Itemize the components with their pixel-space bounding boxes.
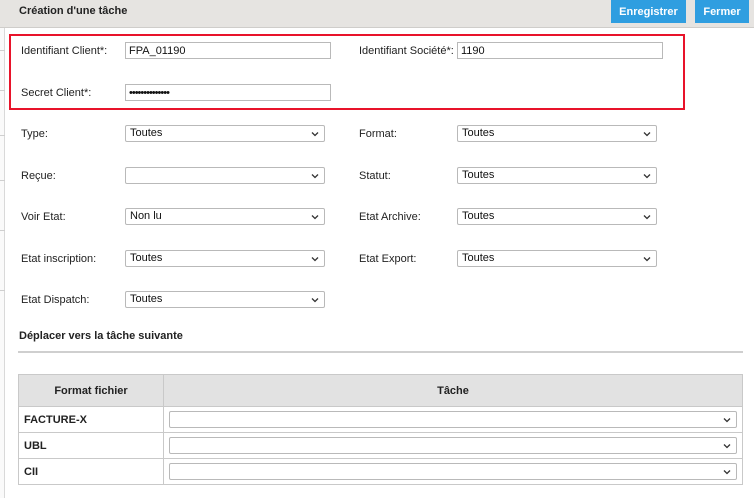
task-select-cii[interactable] <box>169 463 737 480</box>
task-cell <box>163 406 743 433</box>
chevron-down-icon <box>723 418 731 423</box>
etat-inscription-label: Etat inscription: <box>21 253 97 265</box>
etat-dispatch-label: Etat Dispatch: <box>21 294 90 306</box>
dialog-title: Création d'une tâche <box>19 5 128 17</box>
recue-label: Reçue: <box>21 170 56 182</box>
client-secret-input[interactable] <box>125 84 331 101</box>
statut-select[interactable]: Toutes <box>457 167 657 184</box>
etat-export-select-value: Toutes <box>462 252 495 264</box>
format-label: Format: <box>359 128 397 140</box>
chevron-down-icon <box>643 215 651 220</box>
type-label: Type: <box>21 128 48 140</box>
table-row: UBL <box>18 432 743 459</box>
format-cell: FACTURE-X <box>18 406 164 433</box>
etat-inscription-select[interactable]: Toutes <box>125 250 325 267</box>
type-select-value: Toutes <box>130 127 163 139</box>
table-row: CII <box>18 458 743 485</box>
format-select-value: Toutes <box>462 127 495 139</box>
voir-etat-select-value: Non lu <box>130 210 162 222</box>
statut-select-value: Toutes <box>462 169 495 181</box>
column-header-task: Tâche <box>163 374 743 407</box>
etat-archive-select-value: Toutes <box>462 210 495 222</box>
chevron-down-icon <box>723 470 731 475</box>
column-header-format: Format fichier <box>18 374 164 407</box>
chevron-down-icon <box>311 215 319 220</box>
task-cell <box>163 432 743 459</box>
etat-archive-label: Etat Archive: <box>359 211 421 223</box>
chevron-down-icon <box>311 132 319 137</box>
chevron-down-icon <box>311 174 319 179</box>
type-select[interactable]: Toutes <box>125 125 325 142</box>
task-select-facture-x[interactable] <box>169 411 737 428</box>
client-id-input[interactable] <box>125 42 331 59</box>
company-id-label: Identifiant Société*: <box>359 45 454 57</box>
table-header-row: Format fichier Tâche <box>18 374 743 407</box>
save-button[interactable]: Enregistrer <box>611 0 686 23</box>
close-button[interactable]: Fermer <box>695 0 749 23</box>
chevron-down-icon <box>643 132 651 137</box>
chevron-down-icon <box>311 257 319 262</box>
task-select-ubl[interactable] <box>169 437 737 454</box>
voir-etat-label: Voir Etat: <box>21 211 66 223</box>
etat-inscription-select-value: Toutes <box>130 252 163 264</box>
client-secret-label: Secret Client*: <box>21 87 92 99</box>
format-cell: UBL <box>18 432 164 459</box>
etat-dispatch-select[interactable]: Toutes <box>125 291 325 308</box>
chevron-down-icon <box>643 174 651 179</box>
etat-dispatch-select-value: Toutes <box>130 293 163 305</box>
format-cell: CII <box>18 458 164 485</box>
format-task-table: Format fichier Tâche FACTURE-X UBL CII <box>18 374 743 485</box>
chevron-down-icon <box>723 444 731 449</box>
voir-etat-select[interactable]: Non lu <box>125 208 325 225</box>
left-edge-strip <box>0 28 5 498</box>
format-select[interactable]: Toutes <box>457 125 657 142</box>
chevron-down-icon <box>643 257 651 262</box>
recue-select[interactable] <box>125 167 325 184</box>
etat-export-select[interactable]: Toutes <box>457 250 657 267</box>
chevron-down-icon <box>311 298 319 303</box>
etat-archive-select[interactable]: Toutes <box>457 208 657 225</box>
company-id-input[interactable] <box>457 42 663 59</box>
table-row: FACTURE-X <box>18 406 743 433</box>
task-cell <box>163 458 743 485</box>
client-id-label: Identifiant Client*: <box>21 45 108 57</box>
etat-export-label: Etat Export: <box>359 253 417 265</box>
next-task-section-title: Déplacer vers la tâche suivante <box>19 330 183 342</box>
section-divider <box>18 351 743 353</box>
statut-label: Statut: <box>359 170 391 182</box>
